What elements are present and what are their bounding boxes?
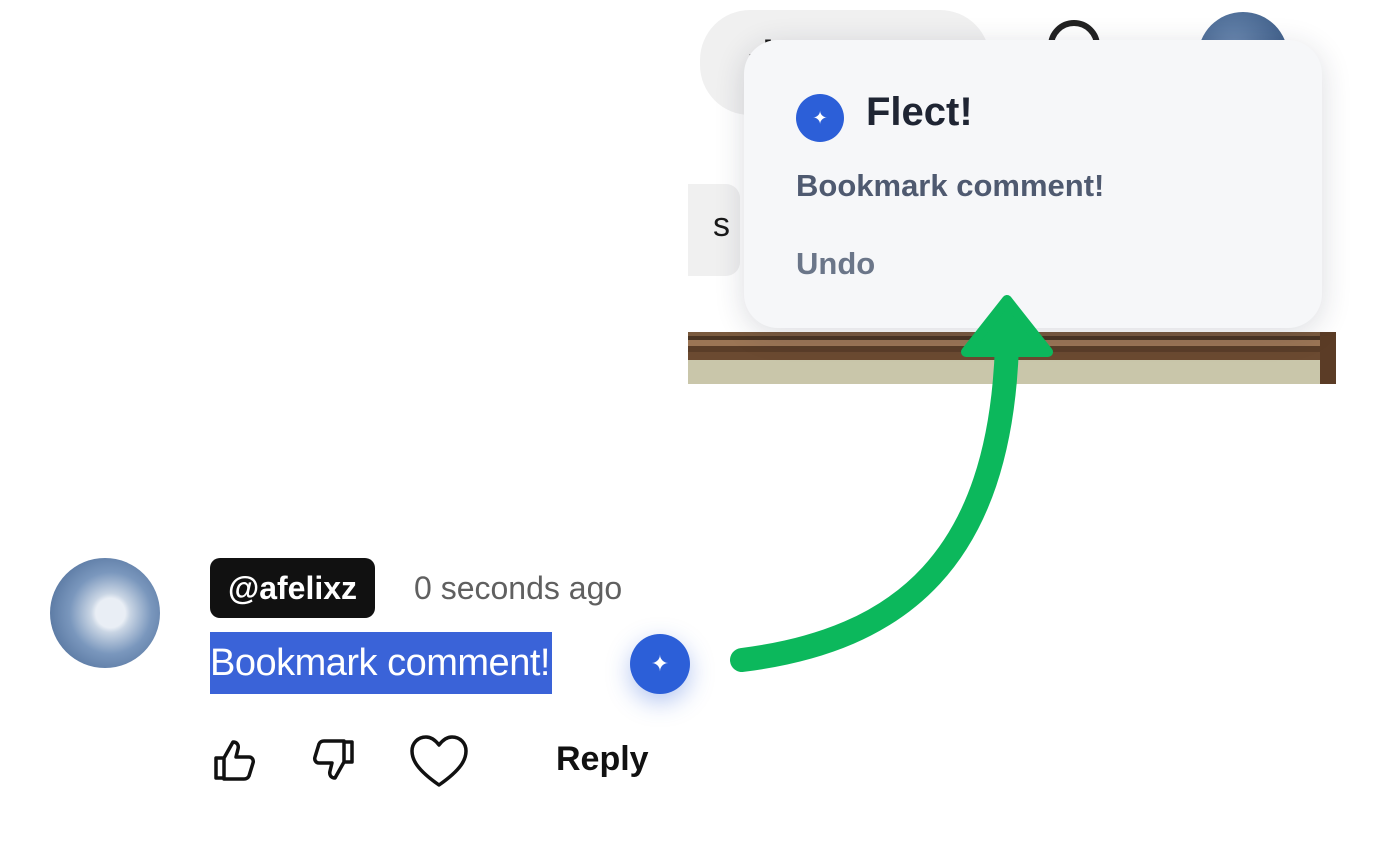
comment-text-selected[interactable]: Bookmark comment! [210, 632, 552, 694]
filter-chip[interactable]: s [688, 184, 740, 276]
heart-button[interactable] [408, 733, 470, 791]
comment-author-handle[interactable]: @afelixz [210, 558, 376, 618]
commenter-avatar[interactable] [50, 558, 160, 668]
sparkle-icon: ✦ [650, 651, 670, 676]
thumbs-down-icon [313, 739, 354, 780]
toast-title: Flect! [866, 90, 973, 134]
thumbs-up-icon [214, 740, 255, 781]
annotation-arrow-curve [730, 333, 1019, 672]
heart-icon [410, 735, 468, 787]
video-thumbnail-edge [688, 332, 1336, 384]
comment-timestamp[interactable]: 0 seconds ago [414, 566, 622, 610]
flect-toast: ✦ Flect! Bookmark comment! Undo [744, 40, 1322, 328]
sparkle-icon: ✦ [796, 94, 844, 142]
flect-bookmark-button[interactable]: ✦ [630, 634, 690, 694]
toast-message: Bookmark comment! [796, 168, 1105, 203]
dislike-button[interactable] [310, 736, 358, 784]
reply-button[interactable]: Reply [556, 740, 649, 779]
filter-chip-label: s [713, 206, 730, 244]
like-button[interactable] [210, 736, 258, 784]
undo-button[interactable]: Undo [796, 246, 875, 282]
